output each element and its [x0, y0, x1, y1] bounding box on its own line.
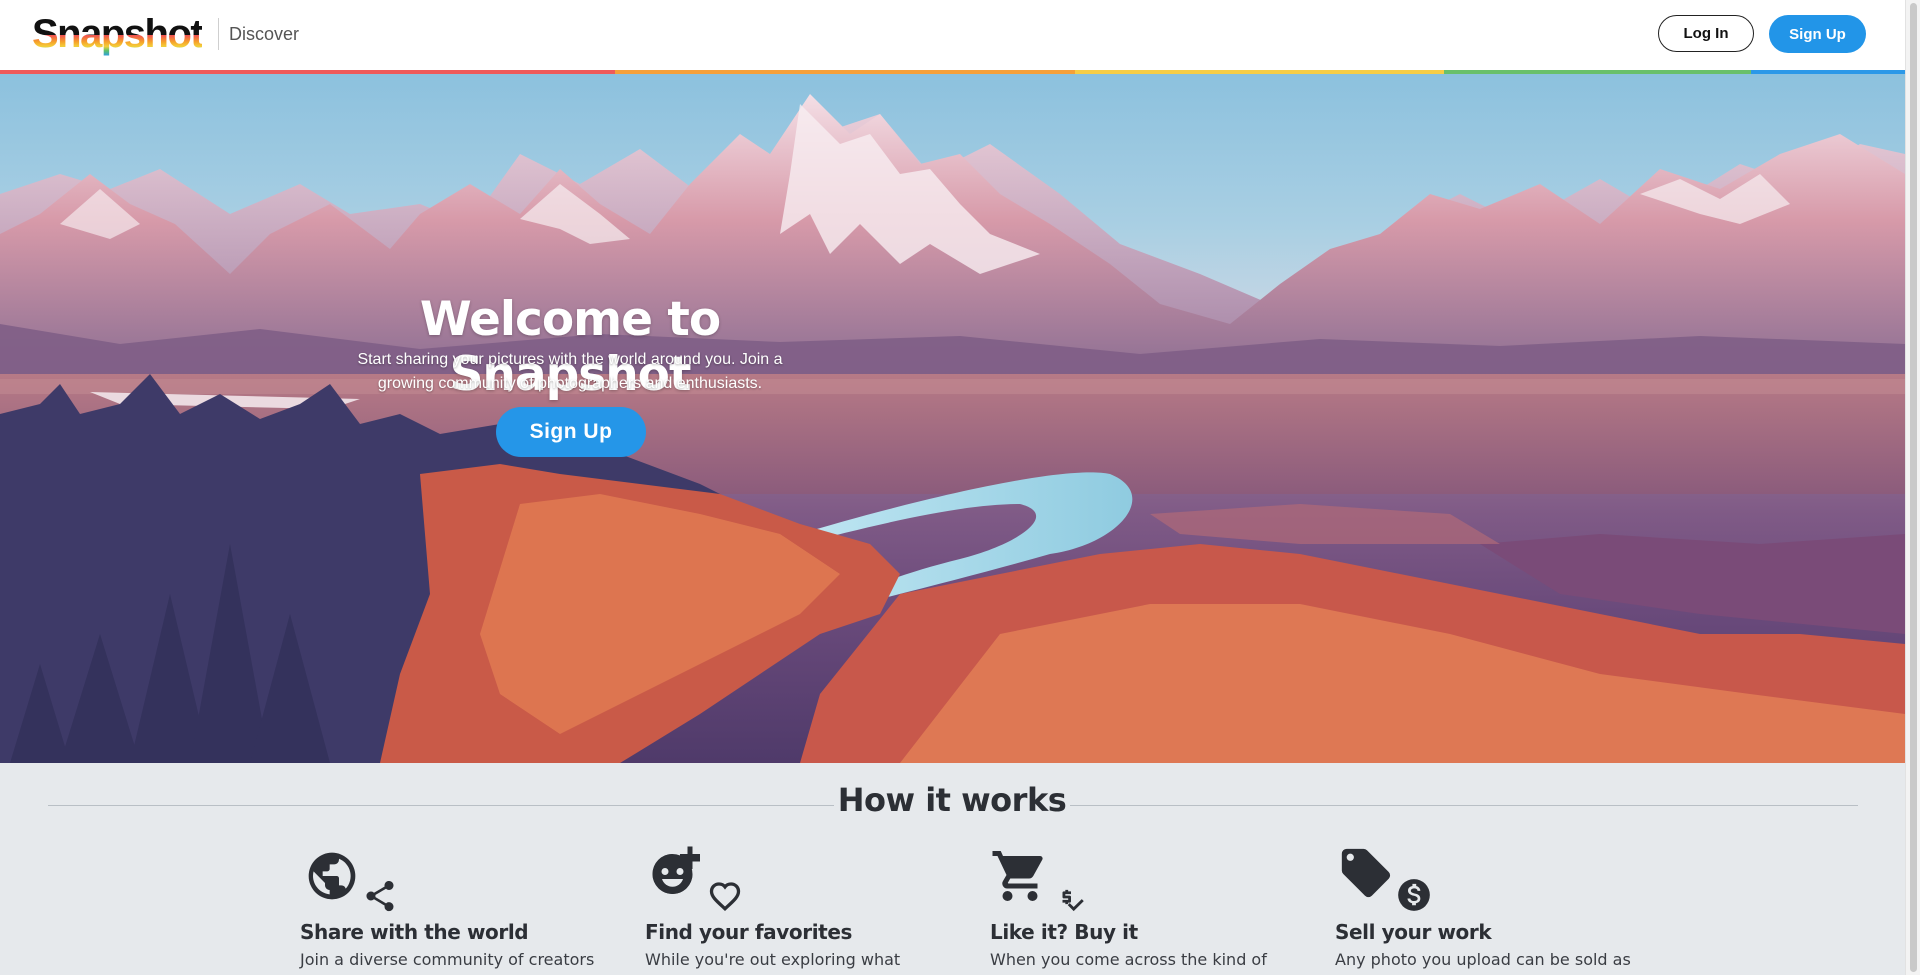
feature-title: Find your favorites [645, 920, 852, 944]
login-button[interactable]: Log In [1658, 15, 1754, 52]
top-nav: Snapshot Discover Log In Sign Up [0, 0, 1905, 70]
section-divider-left [48, 805, 834, 806]
share-icon [366, 880, 394, 912]
tag-icon [1341, 848, 1391, 898]
page-scrollbar[interactable] [1905, 0, 1920, 975]
feature-icons [645, 846, 945, 918]
feature-title: Share with the world [300, 920, 529, 944]
page: Snapshot Discover Log In Sign Up Welcome… [0, 0, 1905, 975]
feature-icons [300, 848, 600, 918]
scrollbar-thumb[interactable] [1910, 3, 1917, 972]
section-title: How it works [837, 781, 1067, 819]
dollar-coin-icon [1398, 879, 1430, 911]
feature-icons [1335, 848, 1635, 918]
heart-icon [709, 882, 741, 911]
cart-icon [992, 851, 1043, 901]
section-divider-right [1070, 805, 1858, 806]
hero-banner: Welcome to Snapshot Start sharing your p… [0, 74, 1905, 763]
header-divider [218, 18, 219, 50]
feature-text: Any photo you upload can be sold as [1335, 950, 1631, 969]
feature-text: Join a diverse community of creators [300, 950, 595, 969]
feature-icons [990, 848, 1290, 918]
mountain-landscape-image [0, 94, 1905, 763]
how-it-works-section: How it works Share with the world Join a… [0, 763, 1905, 975]
feature-text: When you come across the kind of [990, 950, 1267, 969]
hero-signup-button[interactable]: Sign Up [496, 407, 646, 457]
snapshot-logo[interactable]: Snapshot [32, 12, 204, 56]
feature-buy: Like it? Buy it When you come across the… [990, 848, 1290, 969]
discover-link[interactable]: Discover [229, 22, 299, 46]
feature-title: Sell your work [1335, 920, 1492, 944]
globe-icon [308, 852, 356, 900]
header-signup-button[interactable]: Sign Up [1769, 15, 1866, 53]
price-check-icon [1062, 889, 1084, 912]
feature-sell: Sell your work Any photo you upload can … [1335, 848, 1635, 969]
feature-title: Like it? Buy it [990, 920, 1138, 944]
feature-favorites: Find your favorites While you're out exp… [645, 846, 945, 969]
hero-subtitle: Start sharing your pictures with the wor… [357, 351, 783, 392]
add-emoji-icon [652, 846, 700, 894]
feature-share: Share with the world Join a diverse comm… [300, 848, 600, 969]
feature-text: While you're out exploring what [645, 950, 901, 969]
